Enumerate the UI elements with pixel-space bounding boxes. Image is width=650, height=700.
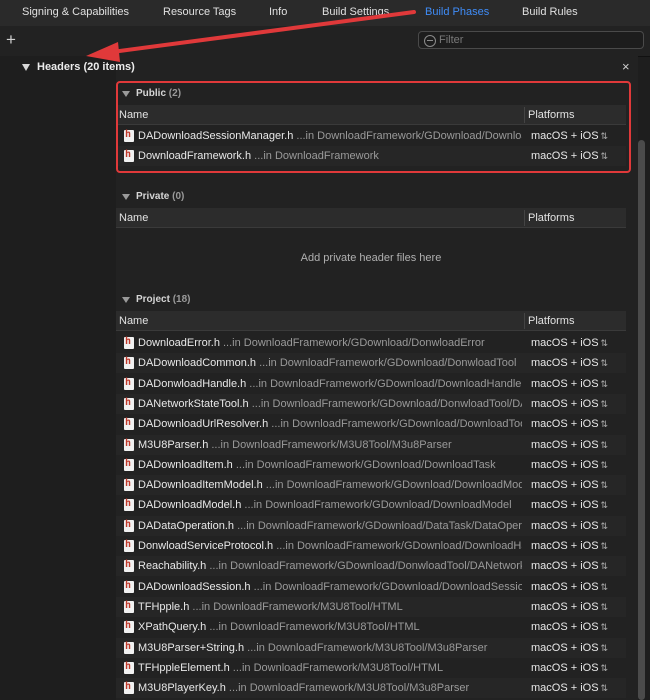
annotation-arrow — [86, 10, 416, 62]
